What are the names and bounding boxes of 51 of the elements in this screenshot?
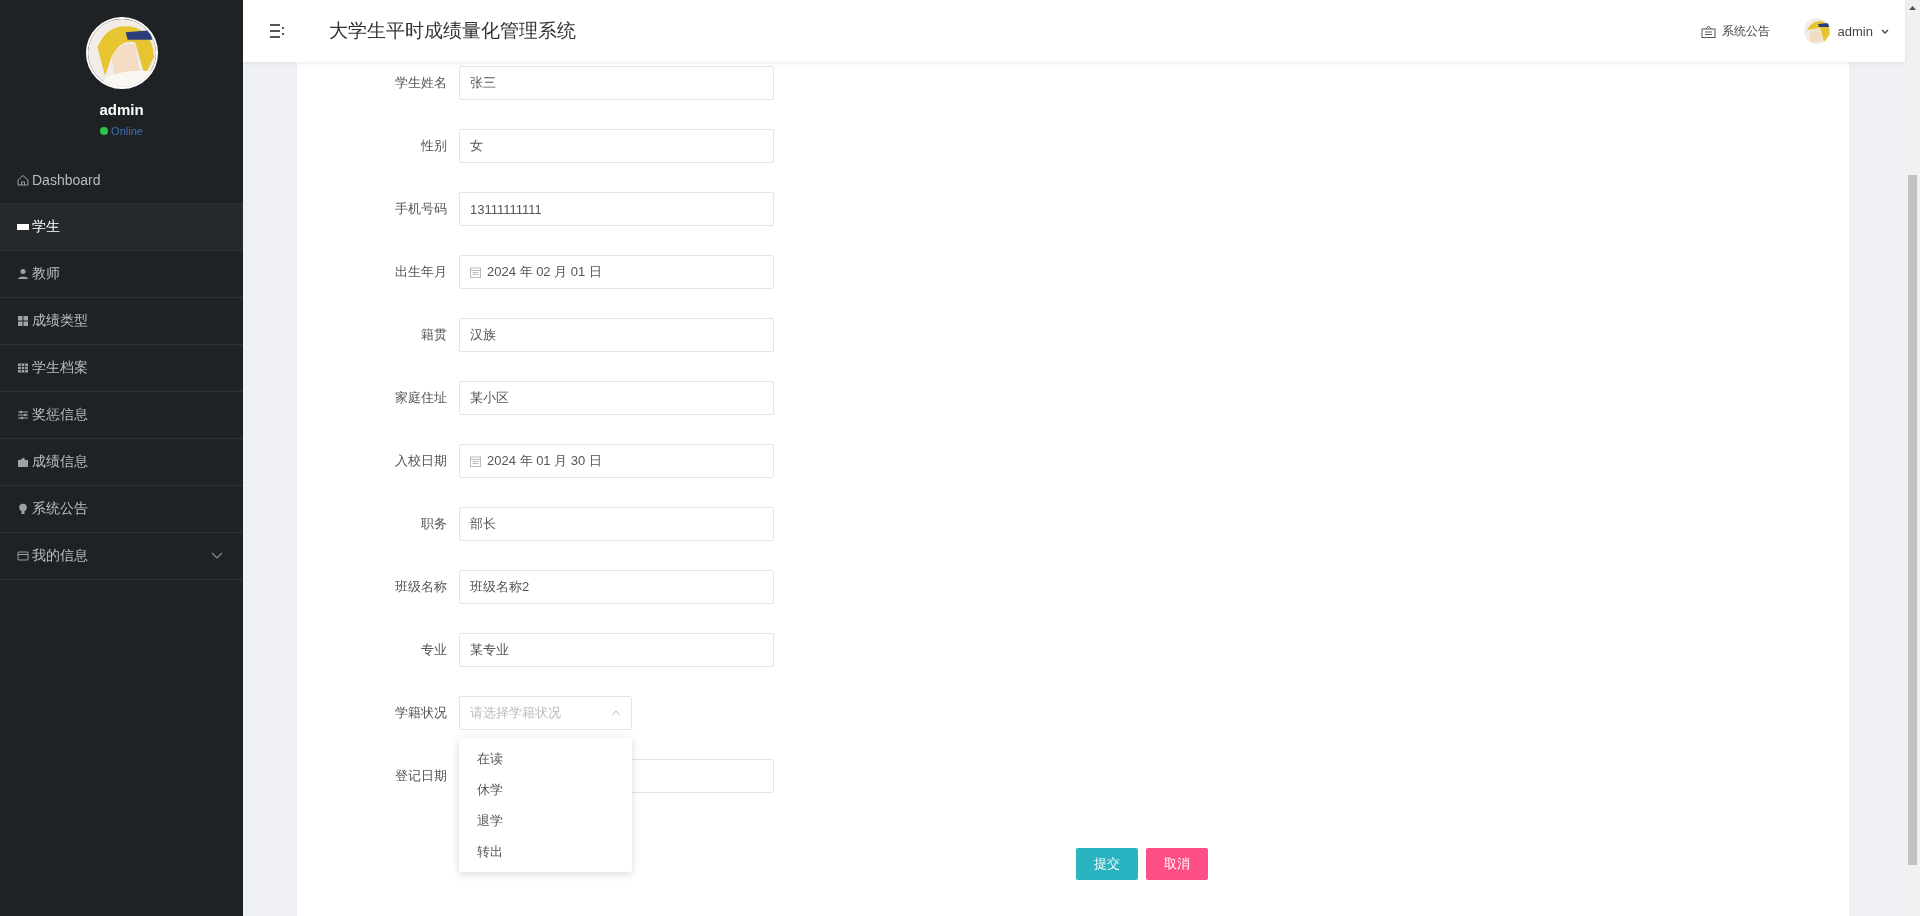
field-label: 性别 — [420, 137, 447, 155]
input-field[interactable]: 部长 — [459, 507, 774, 541]
user-name: admin — [99, 101, 144, 118]
scroll-up-icon[interactable] — [1909, 6, 1916, 10]
home-icon — [17, 174, 29, 186]
field-label: 家庭住址 — [394, 389, 447, 407]
sliders-icon — [17, 409, 29, 421]
input-field[interactable]: 某小区 — [459, 381, 774, 415]
dropdown-option[interactable]: 退学 — [459, 805, 632, 836]
scrollbar[interactable] — [1905, 0, 1920, 916]
date-field[interactable]: 2024 年 02 月 01 日 — [459, 255, 774, 289]
field-label: 手机号码 — [394, 200, 447, 218]
field-label: 籍贯 — [420, 326, 447, 344]
input-field[interactable]: 女 — [459, 129, 774, 163]
field-label: 登记日期 — [394, 767, 447, 785]
user-menu[interactable]: admin — [1803, 18, 1889, 44]
bulb-icon — [17, 503, 29, 515]
grid-icon — [17, 315, 29, 327]
card-icon — [17, 550, 29, 562]
field-label: 学籍状况 — [394, 704, 447, 722]
notice-icon — [1700, 24, 1716, 38]
field-label: 入校日期 — [394, 452, 447, 470]
table-icon — [17, 362, 29, 374]
menu-icon[interactable] — [269, 23, 285, 39]
date-field[interactable]: 2024 年 01 月 30 日 — [459, 444, 774, 478]
dropdown-option[interactable]: 休学 — [459, 774, 632, 805]
chevron-up-icon — [611, 710, 621, 716]
sidebar-item[interactable]: 学生 — [0, 204, 243, 251]
calendar-icon — [470, 455, 481, 467]
input-field[interactable]: 张三 — [459, 66, 774, 100]
field-label: 专业 — [420, 641, 447, 659]
input-field[interactable]: 汉族 — [459, 318, 774, 352]
person-icon — [17, 268, 29, 280]
input-field[interactable]: 13111111111 — [459, 192, 774, 226]
ticket-icon — [17, 221, 29, 233]
caret-icon — [1881, 28, 1889, 34]
field-label: 出生年月 — [394, 263, 447, 281]
chevron-down-icon — [211, 552, 223, 560]
wallet-icon — [17, 456, 29, 468]
app-title: 大学生平时成绩量化管理系统 — [329, 19, 576, 43]
dropdown-option[interactable]: 在读 — [459, 743, 632, 774]
field-label: 职务 — [420, 515, 447, 533]
input-field[interactable]: 某专业 — [459, 633, 774, 667]
dropdown-option[interactable]: 转出 — [459, 836, 632, 867]
calendar-icon — [470, 266, 481, 278]
notice-link[interactable]: 系统公告 — [1700, 22, 1770, 40]
field-label: 学生姓名 — [394, 74, 447, 92]
status-text: Online — [111, 125, 143, 137]
input-field[interactable]: 班级名称2 — [459, 570, 774, 604]
status-dot — [100, 127, 109, 135]
field-label: 班级名称 — [394, 578, 447, 596]
